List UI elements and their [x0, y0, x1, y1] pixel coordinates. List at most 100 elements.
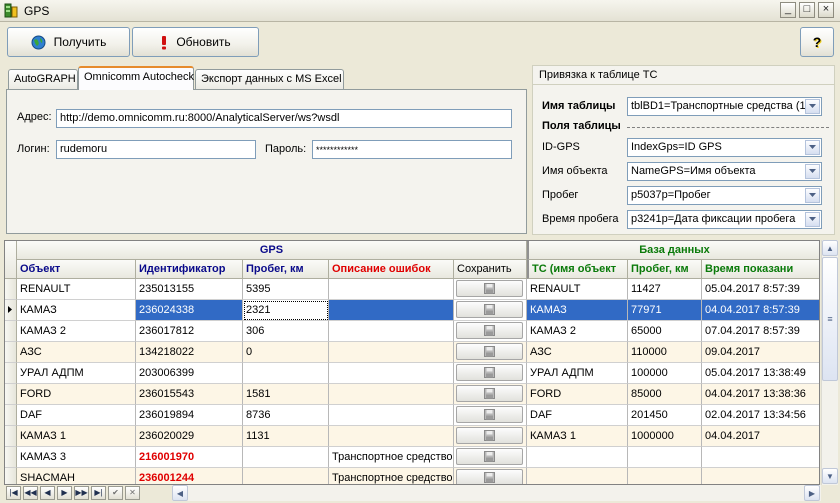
cell-vehicle-name[interactable]: КАМАЗ: [527, 300, 628, 321]
cell-vehicle-name[interactable]: [527, 447, 628, 468]
cell-identifier[interactable]: 134218022: [136, 342, 243, 363]
cell-db-mileage[interactable]: [628, 468, 702, 484]
cell-mileage[interactable]: [243, 447, 329, 468]
nav-last-button[interactable]: ▶|: [91, 486, 106, 500]
mileage-select[interactable]: p5037p=Пробег: [627, 186, 822, 205]
cell-vehicle-name[interactable]: УРАЛ АДПМ: [527, 363, 628, 384]
cell-db-mileage[interactable]: 65000: [628, 321, 702, 342]
cell-vehicle-name[interactable]: RENAULT: [527, 279, 628, 300]
refresh-button[interactable]: Обновить: [132, 27, 259, 57]
row-indicator[interactable]: [5, 384, 17, 405]
cell-db-mileage[interactable]: 100000: [628, 363, 702, 384]
cell-identifier[interactable]: 236017812: [136, 321, 243, 342]
scroll-thumb[interactable]: ≡: [822, 257, 838, 381]
cell-mileage[interactable]: 1581: [243, 384, 329, 405]
cell-mileage[interactable]: 2321: [243, 300, 329, 321]
cell-identifier[interactable]: 236015543: [136, 384, 243, 405]
cell-vehicle-name[interactable]: FORD: [527, 384, 628, 405]
col-header-db-mileage[interactable]: Пробег, км: [628, 260, 702, 279]
cell-identifier[interactable]: 236019894: [136, 405, 243, 426]
maximize-button[interactable]: □: [799, 2, 815, 18]
cell-mileage[interactable]: [243, 468, 329, 484]
row-indicator[interactable]: [5, 426, 17, 447]
cell-save[interactable]: [454, 426, 527, 447]
nav-next-button[interactable]: ▶: [57, 486, 72, 500]
cell-db-mileage[interactable]: 11427: [628, 279, 702, 300]
get-button[interactable]: Получить: [7, 27, 130, 57]
cell-save[interactable]: [454, 279, 527, 300]
nav-first-button[interactable]: |◀: [6, 486, 21, 500]
cell-reading-time[interactable]: [702, 468, 819, 484]
cell-save[interactable]: [454, 300, 527, 321]
cell-identifier[interactable]: 203006399: [136, 363, 243, 384]
cell-vehicle-name[interactable]: DAF: [527, 405, 628, 426]
cell-error-description[interactable]: [329, 384, 454, 405]
cell-object[interactable]: DAF: [17, 405, 136, 426]
cell-mileage[interactable]: 5395: [243, 279, 329, 300]
nav-prev-button[interactable]: ◀: [40, 486, 55, 500]
cell-save[interactable]: [454, 363, 527, 384]
save-row-button[interactable]: [456, 364, 523, 381]
password-input[interactable]: ************: [312, 140, 512, 159]
col-header-mileage[interactable]: Пробег, км: [243, 260, 329, 279]
col-header-save[interactable]: Сохранить: [454, 260, 527, 279]
nav-cancel-button[interactable]: ✕: [125, 486, 140, 500]
cell-mileage[interactable]: 0: [243, 342, 329, 363]
cell-reading-time[interactable]: 07.04.2017 8:57:39: [702, 321, 819, 342]
cell-save[interactable]: [454, 405, 527, 426]
cell-mileage[interactable]: [243, 363, 329, 384]
cell-save[interactable]: [454, 384, 527, 405]
cell-vehicle-name[interactable]: КАМАЗ 2: [527, 321, 628, 342]
cell-db-mileage[interactable]: [628, 447, 702, 468]
nav-prev-page-button[interactable]: ◀◀: [23, 486, 38, 500]
save-row-button[interactable]: [456, 280, 523, 297]
row-indicator[interactable]: [5, 279, 17, 300]
cell-object[interactable]: КАМАЗ 3: [17, 447, 136, 468]
scroll-up-button[interactable]: ▲: [822, 240, 838, 256]
save-row-button[interactable]: [456, 427, 523, 444]
login-input[interactable]: rudemoru: [56, 140, 256, 159]
cell-object[interactable]: АЗС: [17, 342, 136, 363]
save-row-button[interactable]: [456, 406, 523, 423]
row-indicator[interactable]: [5, 363, 17, 384]
nav-next-page-button[interactable]: ▶▶: [74, 486, 89, 500]
cell-error-description[interactable]: [329, 300, 454, 321]
col-header-vehicle-name[interactable]: ТС (имя объект: [527, 260, 628, 279]
table-name-select[interactable]: tblBD1=Транспортные средства (1: [627, 97, 822, 116]
cell-save[interactable]: [454, 447, 527, 468]
cell-save[interactable]: [454, 468, 527, 484]
cell-db-mileage[interactable]: 110000: [628, 342, 702, 363]
cell-db-mileage[interactable]: 1000000: [628, 426, 702, 447]
cell-db-mileage[interactable]: 85000: [628, 384, 702, 405]
cell-reading-time[interactable]: 05.04.2017 8:57:39: [702, 279, 819, 300]
cell-identifier[interactable]: 236020029: [136, 426, 243, 447]
save-row-button[interactable]: [456, 322, 523, 339]
save-row-button[interactable]: [456, 469, 523, 484]
cell-error-description[interactable]: Транспортное средство: [329, 447, 454, 468]
tab-omnicomm-autocheck[interactable]: Omnicomm Autocheck: [78, 66, 194, 90]
cell-mileage[interactable]: 8736: [243, 405, 329, 426]
cell-error-description[interactable]: [329, 426, 454, 447]
cell-vehicle-name[interactable]: АЗС: [527, 342, 628, 363]
vertical-scrollbar[interactable]: ▲ ≡ ▼: [821, 240, 838, 485]
cell-mileage[interactable]: 306: [243, 321, 329, 342]
row-indicator[interactable]: [5, 447, 17, 468]
cell-db-mileage[interactable]: 77971: [628, 300, 702, 321]
data-grid[interactable]: GPS База данных Объект Идентификатор Про…: [4, 240, 820, 485]
horizontal-scrollbar[interactable]: ◀ ▶: [172, 485, 821, 501]
dropdown-arrow-icon[interactable]: [805, 188, 820, 203]
scroll-right-button[interactable]: ▶: [804, 485, 820, 501]
row-indicator[interactable]: [5, 321, 17, 342]
cell-reading-time[interactable]: 04.04.2017 8:57:39: [702, 300, 819, 321]
nav-post-button[interactable]: ✔: [108, 486, 123, 500]
mileage-time-select[interactable]: p3241p=Дата фиксации пробега: [627, 210, 822, 229]
object-name-select[interactable]: NameGPS=Имя объекта: [627, 162, 822, 181]
cell-reading-time[interactable]: 04.04.2017: [702, 426, 819, 447]
cell-error-description[interactable]: [329, 342, 454, 363]
save-row-button[interactable]: [456, 385, 523, 402]
cell-error-description[interactable]: [329, 405, 454, 426]
cell-object[interactable]: КАМАЗ 2: [17, 321, 136, 342]
cell-save[interactable]: [454, 342, 527, 363]
dropdown-arrow-icon[interactable]: [805, 164, 820, 179]
cell-db-mileage[interactable]: 201450: [628, 405, 702, 426]
